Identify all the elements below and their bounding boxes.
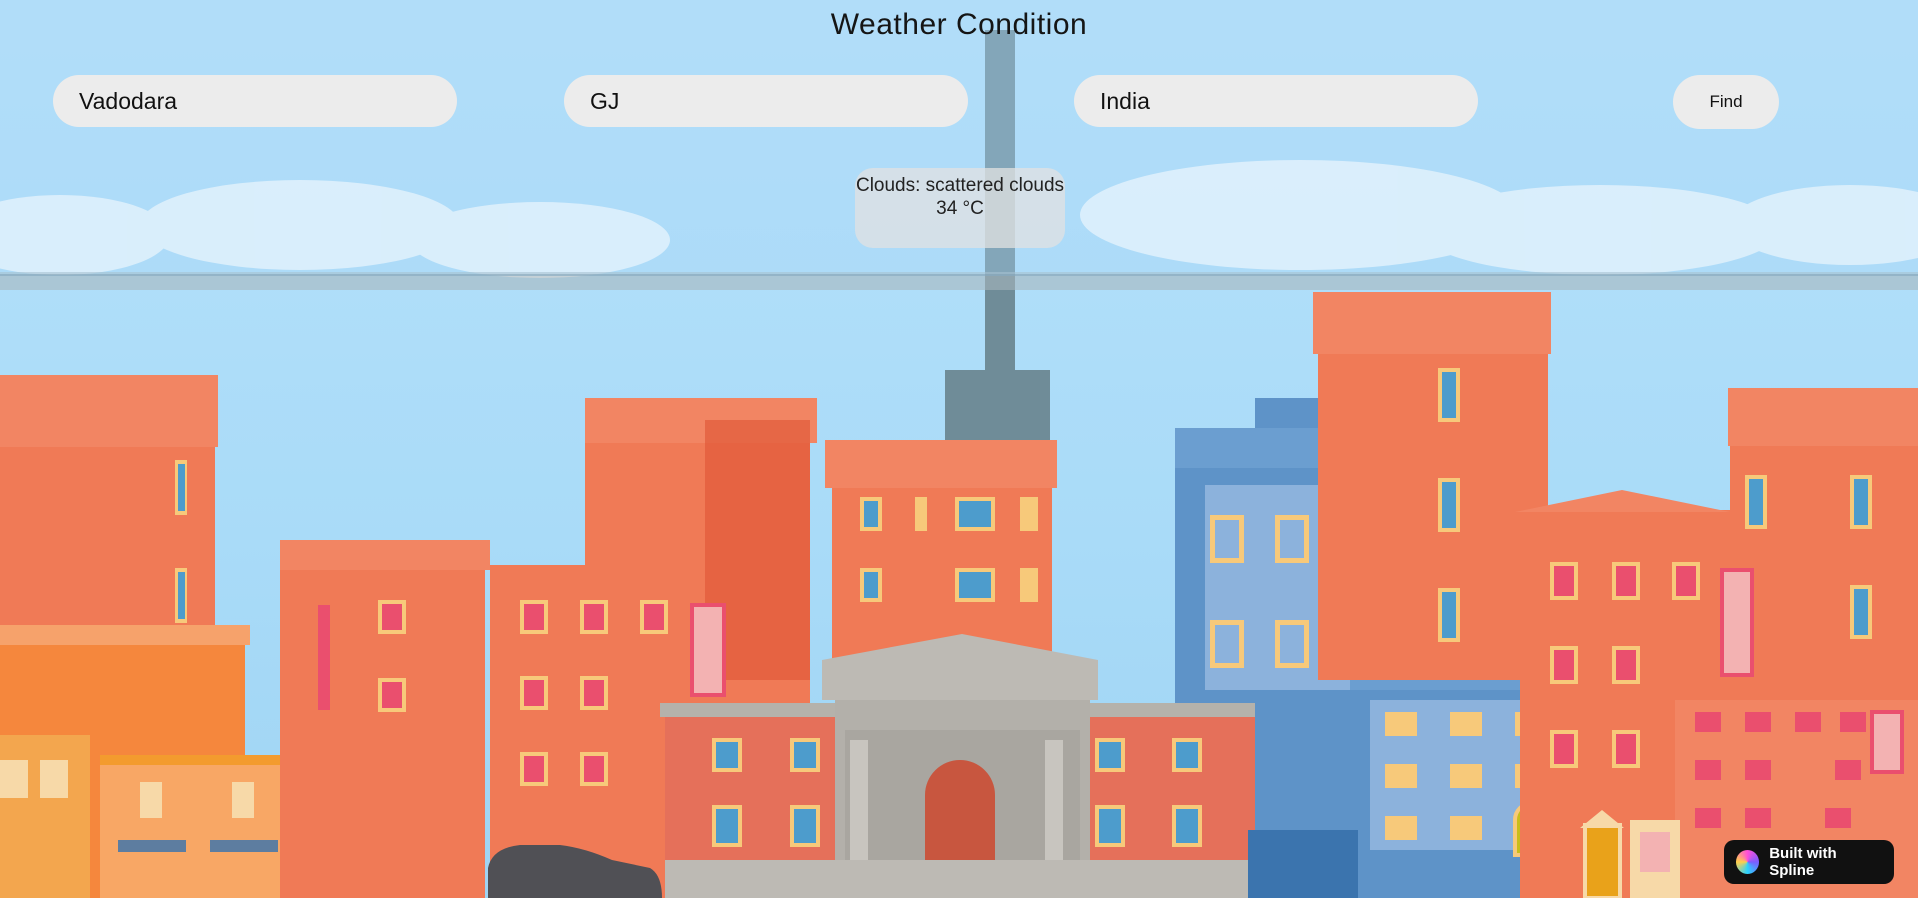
weather-condition-text: Clouds: scattered clouds <box>855 175 1065 196</box>
badge-label: Built with Spline <box>1769 845 1837 879</box>
spline-logo-icon <box>1736 850 1760 874</box>
temperature-text: 34 °C <box>936 198 984 219</box>
page-title: Weather Condition <box>830 8 1088 41</box>
country-input[interactable] <box>1074 75 1478 127</box>
built-with-spline-badge[interactable]: Built with Spline <box>1724 840 1894 884</box>
find-button[interactable]: Find <box>1673 75 1779 129</box>
city-input[interactable] <box>53 75 457 127</box>
weather-result-card: Clouds: scattered clouds 34 °C <box>855 168 1065 248</box>
state-input[interactable] <box>564 75 968 127</box>
